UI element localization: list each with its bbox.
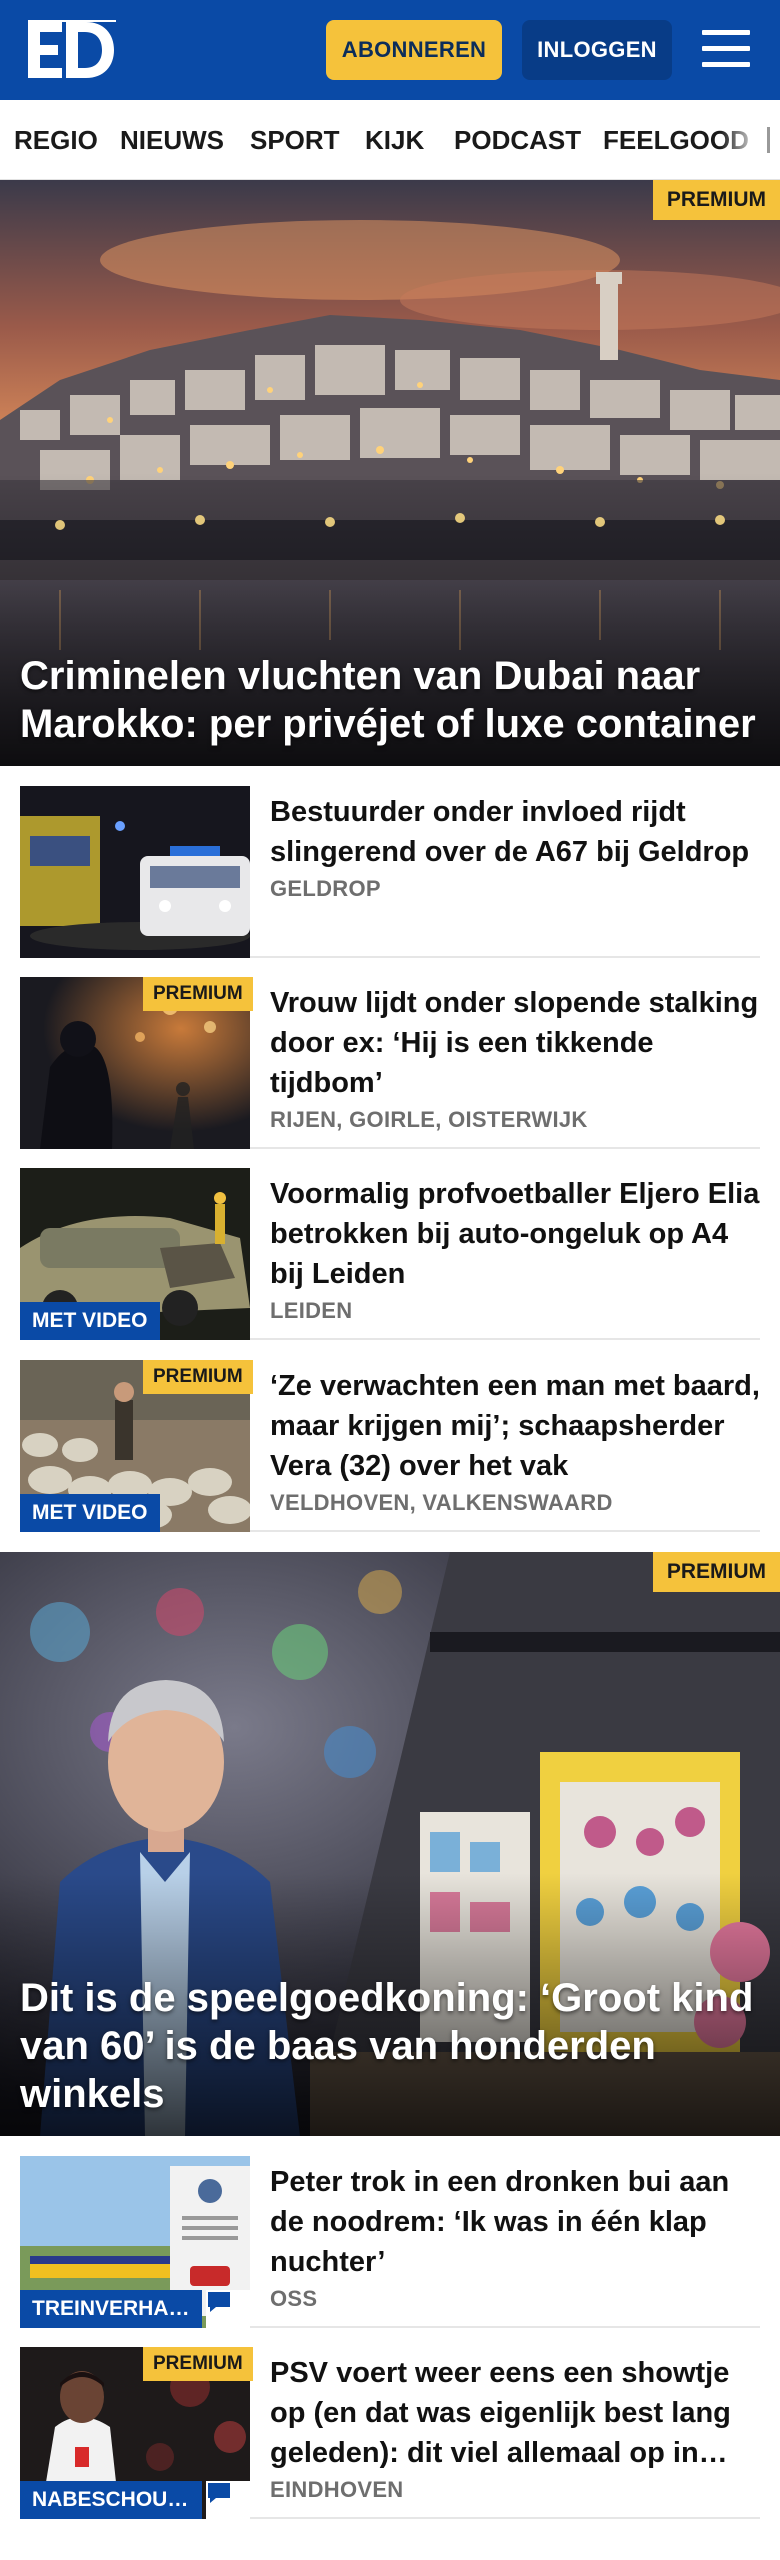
list-item[interactable]: MET VIDEO Voormalig profvoetballer Eljer… [20, 1168, 760, 1340]
article-title[interactable]: PSV voert weer eens een showtje op (en d… [270, 2353, 760, 2473]
nav-item-nieuws[interactable]: NIEUWS [120, 100, 224, 179]
comment-icon[interactable] [206, 2481, 250, 2519]
nav-scroll-fade [720, 100, 780, 179]
article-thumbnail: TREINVERHALEN [20, 2156, 250, 2328]
article-text: Vrouw lijdt onder slopende stalking door… [270, 983, 760, 1133]
article-title[interactable]: ‘Ze verwachten een man met baard, maar k… [270, 1366, 760, 1486]
list-item[interactable]: MET VIDEO PREMIUM ‘Ze verwachten een man… [20, 1360, 760, 1532]
premium-badge: PREMIUM [652, 180, 780, 220]
video-badge: MET VIDEO [20, 1302, 160, 1340]
article-title[interactable]: Voormalig profvoetballer Eljero Elia bet… [270, 1174, 760, 1294]
article-location: LEIDEN [270, 1298, 353, 1323]
site-header: ABONNEREN INLOGGEN [0, 0, 780, 100]
article-text: ‘Ze verwachten een man met baard, maar k… [270, 1366, 760, 1516]
nav-item-kijk[interactable]: KIJK [365, 100, 424, 179]
nav-item-podcast[interactable]: PODCAST [454, 100, 581, 179]
ed-logo[interactable] [28, 20, 116, 80]
hero-article-speelgoedkoning[interactable]: PREMIUM Dit is de speelgoedkoning: ‘Groo… [0, 1552, 780, 2136]
premium-badge: PREMIUM [143, 977, 253, 1011]
list-item[interactable]: TREINVERHALEN Peter trok in een dronken … [20, 2156, 760, 2328]
section-nav: REGIO NIEUWS SPORT KIJK PODCAST FEELGOOD [0, 100, 780, 180]
login-button[interactable]: INLOGGEN [522, 20, 672, 80]
article-title[interactable]: Vrouw lijdt onder slopende stalking door… [270, 983, 760, 1103]
nav-more-indicator[interactable] [767, 127, 770, 153]
category-badge: TREINVERHALEN [20, 2290, 202, 2328]
article-title[interactable]: Peter trok in een dronken bui aan de noo… [270, 2162, 760, 2282]
article-thumbnail: MET VIDEO [20, 1168, 250, 1340]
hamburger-menu-icon[interactable] [700, 26, 752, 72]
nav-item-regio[interactable]: REGIO [14, 100, 98, 179]
article-location: OSS [270, 2286, 318, 2311]
hero-title[interactable]: Dit is de speelgoedkoning: ‘Groot kind v… [20, 1974, 760, 2118]
subscribe-button[interactable]: ABONNEREN [326, 20, 502, 80]
nav-item-sport[interactable]: SPORT [250, 100, 340, 179]
article-thumbnail [20, 786, 250, 958]
comment-icon[interactable] [206, 2290, 250, 2328]
category-badge: NABESCHOUWING [20, 2481, 202, 2519]
list-item[interactable]: NABESCHOUWING PREMIUM PSV voert weer een… [20, 2347, 760, 2519]
hero-article-dubai[interactable]: PREMIUM Criminelen vluchten van Dubai na… [0, 180, 780, 766]
article-title[interactable]: Bestuurder onder invloed rijdt slingeren… [270, 792, 760, 872]
list-item[interactable]: PREMIUM Vrouw lijdt onder slopende stalk… [20, 977, 760, 1149]
article-text: Voormalig profvoetballer Eljero Elia bet… [270, 1174, 760, 1324]
premium-badge: PREMIUM [143, 2347, 253, 2381]
video-badge: MET VIDEO [20, 1494, 160, 1532]
article-location: VELDHOVEN, VALKENSWAARD [270, 1490, 613, 1515]
hero-title[interactable]: Criminelen vluchten van Dubai naar Marok… [20, 652, 760, 748]
list-item[interactable]: Bestuurder onder invloed rijdt slingeren… [20, 786, 760, 958]
article-text: Peter trok in een dronken bui aan de noo… [270, 2162, 760, 2312]
article-text: Bestuurder onder invloed rijdt slingeren… [270, 792, 760, 902]
article-location: EINDHOVEN [270, 2477, 404, 2502]
premium-badge: PREMIUM [652, 1552, 780, 1592]
premium-badge: PREMIUM [143, 1360, 253, 1394]
article-location: RIJEN, GOIRLE, OISTERWIJK [270, 1107, 588, 1132]
article-text: PSV voert weer eens een showtje op (en d… [270, 2353, 760, 2503]
article-location: GELDROP [270, 876, 381, 901]
